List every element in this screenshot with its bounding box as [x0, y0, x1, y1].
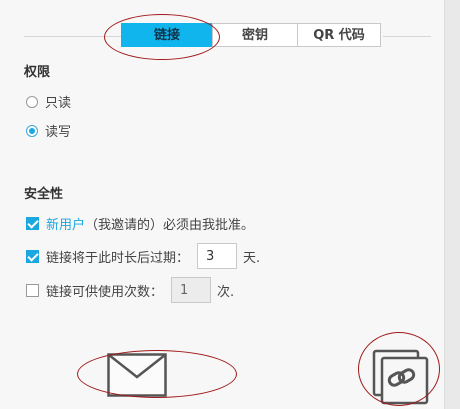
- new-users-link[interactable]: 新用户: [46, 214, 85, 233]
- expiry-unit: 天.: [243, 250, 261, 266]
- permission-read-write[interactable]: 读写: [26, 121, 71, 140]
- mail-icon[interactable]: [107, 353, 167, 401]
- expiry-row: 链接将于此时长后过期： 3 天.: [26, 243, 260, 269]
- usage-limit-input[interactable]: 1: [171, 277, 212, 303]
- expiry-checkbox[interactable]: [26, 249, 39, 263]
- usage-limit-label: 链接可供使用次数：: [46, 284, 164, 300]
- read-write-label: 读写: [45, 125, 72, 140]
- tab-bar: 链接 密钥 QR 代码: [121, 23, 381, 47]
- radio-read-only[interactable]: [26, 95, 38, 108]
- permission-read-only[interactable]: 只读: [26, 92, 71, 111]
- share-panel: 链接 密钥 QR 代码 权限 只读 读写 安全性 新用户 （我邀请的）必须由我批…: [0, 0, 444, 409]
- read-only-label: 只读: [45, 96, 72, 111]
- security-heading: 安全性: [24, 187, 64, 202]
- permissions-heading: 权限: [24, 65, 51, 80]
- usage-limit-row: 链接可供使用次数： 1 次.: [26, 277, 234, 303]
- window-edge: [444, 0, 460, 409]
- approval-text: （我邀请的）必须由我批准。: [85, 218, 255, 233]
- divider-left: [24, 36, 122, 37]
- usage-limit-unit: 次.: [217, 284, 235, 300]
- usage-limit-checkbox[interactable]: [26, 283, 39, 297]
- tab-link[interactable]: 链接: [121, 23, 213, 47]
- approval-checkbox[interactable]: [26, 217, 39, 230]
- radio-read-write[interactable]: [26, 124, 38, 137]
- divider-right: [383, 36, 431, 37]
- tab-key[interactable]: 密钥: [212, 23, 298, 47]
- tab-qr-code[interactable]: QR 代码: [297, 23, 381, 47]
- expiry-days-input[interactable]: 3: [197, 243, 238, 269]
- copy-link-icon[interactable]: [372, 349, 430, 409]
- approval-row: 新用户 （我邀请的）必须由我批准。: [26, 214, 254, 233]
- expiry-label: 链接将于此时长后过期：: [46, 250, 190, 266]
